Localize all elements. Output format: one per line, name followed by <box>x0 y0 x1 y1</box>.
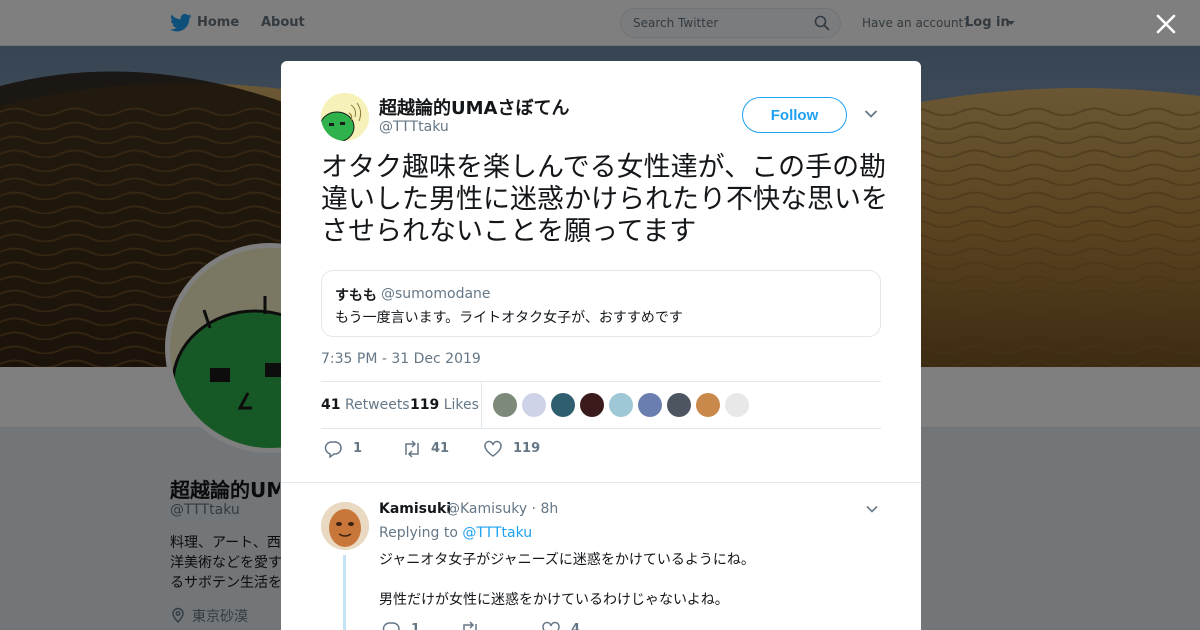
like-action-count: 119 <box>513 441 541 456</box>
liker-avatar[interactable] <box>667 393 691 417</box>
retweet-count: 41 <box>321 397 341 413</box>
retweet-stat[interactable]: 41 Retweets <box>321 397 410 413</box>
replying-to: Replying to @TTTtaku <box>379 525 532 541</box>
follow-button[interactable]: Follow <box>742 97 847 133</box>
heart-icon <box>484 440 502 457</box>
quote-text: もう一度言います。ライトオタク女子が、おすすめです <box>335 310 683 326</box>
retweet-icon <box>405 440 419 458</box>
reply-author-name[interactable]: Kamisuki <box>379 501 451 517</box>
liker-avatar[interactable] <box>725 393 749 417</box>
quoted-tweet[interactable]: すもも @sumomodane もう一度言います。ライトオタク女子が、おすすめで… <box>321 270 881 337</box>
tweet-timestamp[interactable]: 7:35 PM - 31 Dec 2019 <box>321 351 481 367</box>
close-icon[interactable] <box>1155 13 1177 35</box>
quote-author-handle: @sumomodane <box>381 286 491 302</box>
reply-count: 1 <box>353 441 363 456</box>
retweet-label: Retweets <box>344 397 410 413</box>
reply-author-handle[interactable]: @Kamisuky · 8h <box>446 501 558 517</box>
egg-avatar-image <box>321 502 369 550</box>
reply-icon <box>382 622 400 630</box>
like-count: 119 <box>410 397 440 413</box>
author-name[interactable]: 超越論的UMAさぼてん <box>379 94 569 120</box>
reply-chevron-down-icon[interactable] <box>866 505 878 514</box>
liker-avatar[interactable] <box>551 393 575 417</box>
liker-avatar[interactable] <box>609 393 633 417</box>
reply-reply-count: 1 <box>411 622 421 630</box>
reply-like-count: 4 <box>571 622 581 630</box>
liker-avatar[interactable] <box>493 393 517 417</box>
replying-prefix: Replying to <box>379 525 458 541</box>
quote-author-name: すもも <box>335 288 377 304</box>
tweet-modal: 超越論的UMAさぼてん @TTTtaku Follow オタク趣味を楽しんでる女… <box>281 61 921 630</box>
tweet-actions: 1 41 119 <box>321 439 881 461</box>
reply-actions: 1 4 <box>379 620 779 630</box>
reply-divider <box>281 482 921 483</box>
heart-icon <box>542 621 560 630</box>
like-label: Likes <box>443 397 479 413</box>
thread-line <box>343 555 346 630</box>
author-handle[interactable]: @TTTtaku <box>379 119 449 135</box>
reply-author-avatar[interactable] <box>321 502 369 550</box>
liker-avatar[interactable] <box>580 393 604 417</box>
liker-avatar[interactable] <box>522 393 546 417</box>
reply-text-line-1: ジャニオタ女子がジャニーズに迷惑をかけているようにね。 <box>379 552 755 568</box>
tweet-text: オタク趣味を楽しんでる女性達が、この手の勘違いした男性に迷惑かけられたり不快な思… <box>321 152 888 247</box>
like-stat[interactable]: 119 Likes <box>410 397 479 413</box>
replying-to-link[interactable]: @TTTtaku <box>462 525 532 541</box>
author-avatar[interactable] <box>321 93 369 141</box>
cactus-avatar-image <box>321 93 369 141</box>
tweet-stats: 41 Retweets 119 Likes <box>321 381 881 429</box>
liker-avatar[interactable] <box>638 393 662 417</box>
chevron-down-icon[interactable] <box>864 109 878 119</box>
liker-avatar[interactable] <box>696 393 720 417</box>
stats-divider <box>481 382 482 429</box>
reply-text-line-2: 男性だけが女性に迷惑をかけているわけじゃないよね。 <box>379 592 729 608</box>
reply-icon <box>324 441 342 458</box>
retweet-action-count: 41 <box>431 441 450 456</box>
retweet-icon <box>463 621 477 630</box>
